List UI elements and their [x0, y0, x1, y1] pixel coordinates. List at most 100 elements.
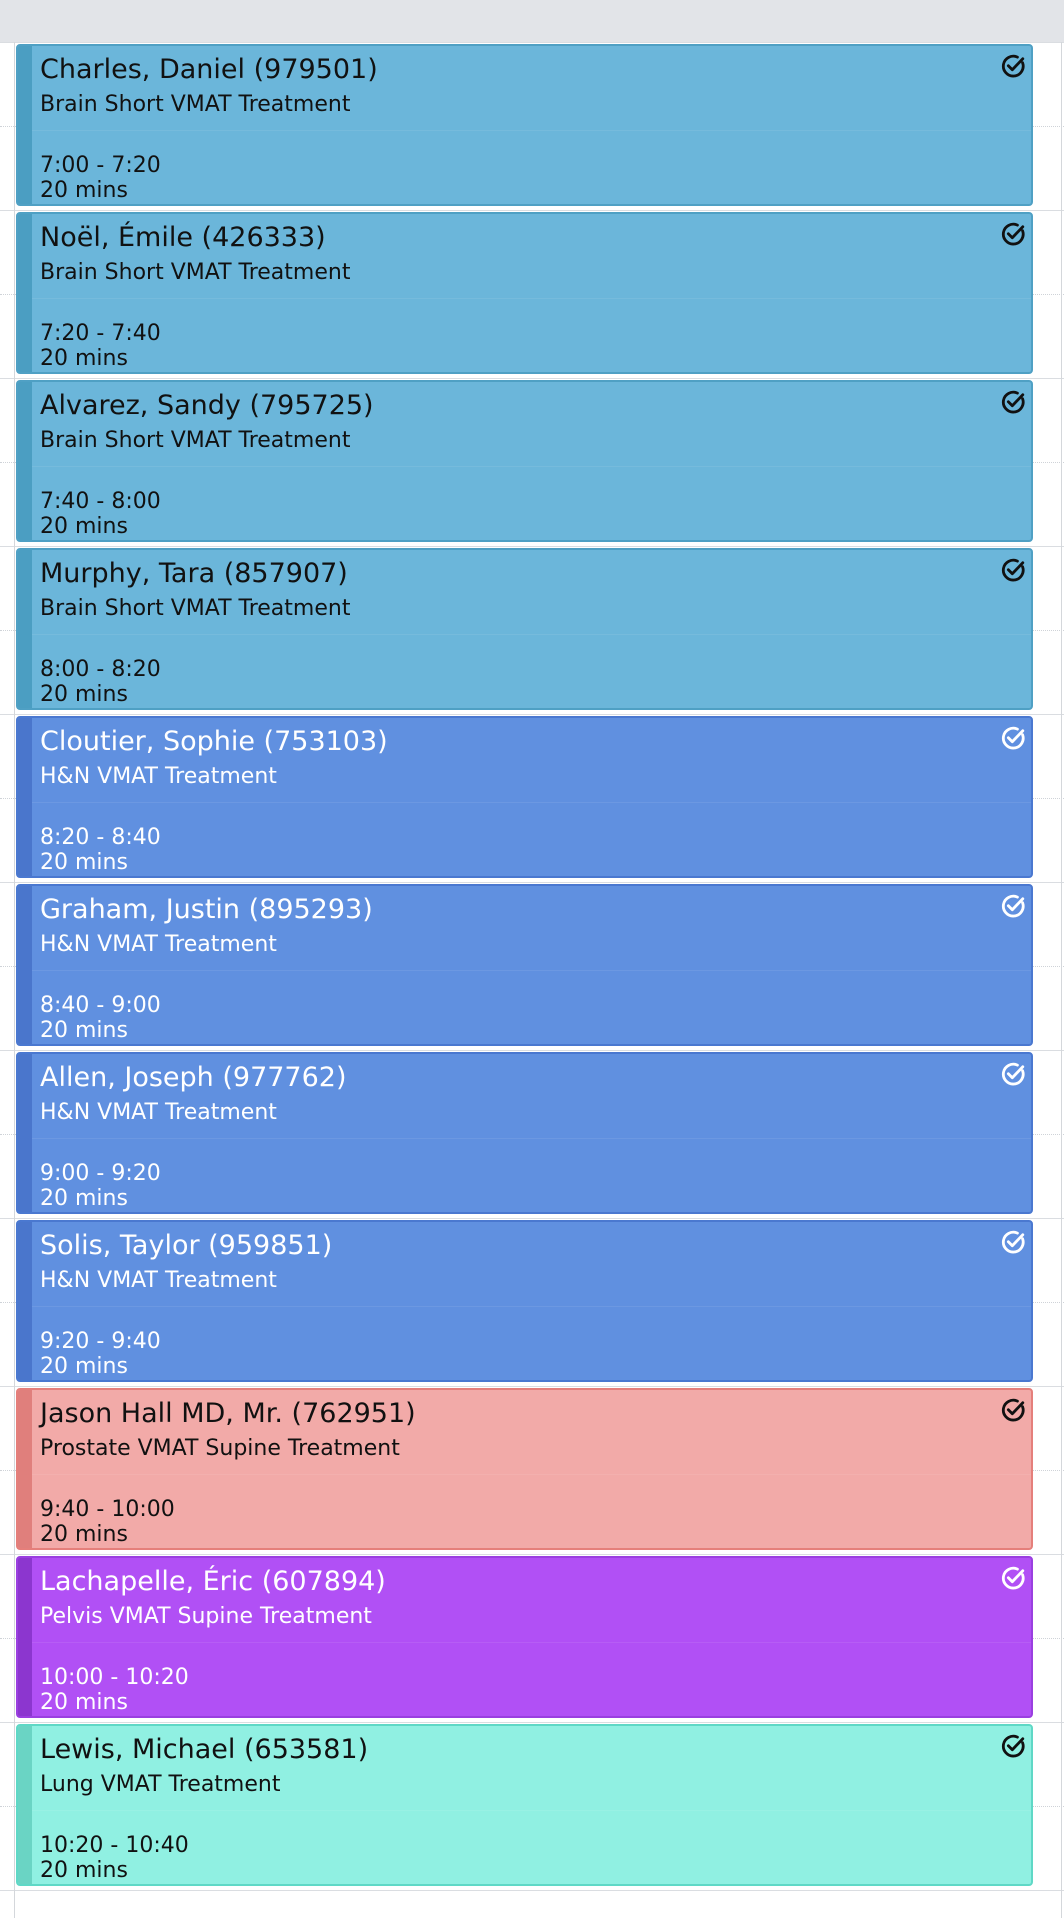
procedure-label: Brain Short VMAT Treatment [40, 260, 351, 285]
grid-line [0, 210, 1064, 211]
patient-name: Jason Hall MD, Mr. (762951) [40, 1398, 416, 1429]
divider [32, 466, 1031, 467]
divider [32, 802, 1031, 803]
procedure-label: Brain Short VMAT Treatment [40, 428, 351, 453]
duration-label: 20 mins [40, 682, 128, 707]
check-circle-icon[interactable] [999, 1060, 1027, 1088]
divider [32, 1642, 1031, 1643]
patient-name: Murphy, Tara (857907) [40, 558, 348, 589]
procedure-label: H&N VMAT Treatment [40, 1100, 277, 1125]
time-range: 9:40 - 10:00 [40, 1497, 175, 1522]
check-circle-icon[interactable] [999, 220, 1027, 248]
time-range: 8:20 - 8:40 [40, 825, 161, 850]
category-stripe [18, 718, 32, 876]
appointment-card[interactable]: Alvarez, Sandy (795725) Brain Short VMAT… [16, 380, 1033, 542]
duration-label: 20 mins [40, 178, 128, 203]
check-circle-icon[interactable] [999, 892, 1027, 920]
grid-line [0, 1890, 1064, 1891]
duration-label: 20 mins [40, 1354, 128, 1379]
category-stripe [18, 382, 32, 540]
patient-name: Lewis, Michael (653581) [40, 1734, 369, 1765]
duration-label: 20 mins [40, 1018, 128, 1043]
procedure-label: H&N VMAT Treatment [40, 764, 277, 789]
divider [32, 970, 1031, 971]
time-range: 7:40 - 8:00 [40, 489, 161, 514]
grid-line [0, 1050, 1064, 1051]
divider [32, 1474, 1031, 1475]
grid-line [0, 1722, 1064, 1723]
grid-line [0, 1218, 1064, 1219]
time-range: 10:00 - 10:20 [40, 1665, 189, 1690]
grid-left-border [14, 42, 15, 1918]
grid-line [0, 42, 1064, 43]
appointment-card[interactable]: Jason Hall MD, Mr. (762951) Prostate VMA… [16, 1388, 1033, 1550]
grid-line [0, 714, 1064, 715]
grid-line [0, 882, 1064, 883]
duration-label: 20 mins [40, 514, 128, 539]
duration-label: 20 mins [40, 1858, 128, 1883]
grid-line [0, 546, 1064, 547]
category-stripe [18, 1390, 32, 1548]
appointment-card[interactable]: Murphy, Tara (857907) Brain Short VMAT T… [16, 548, 1033, 710]
procedure-label: H&N VMAT Treatment [40, 932, 277, 957]
grid-right-border [1061, 42, 1062, 1918]
divider [32, 1306, 1031, 1307]
patient-name: Solis, Taylor (959851) [40, 1230, 333, 1261]
procedure-label: Brain Short VMAT Treatment [40, 92, 351, 117]
appointment-card[interactable]: Allen, Joseph (977762) H&N VMAT Treatmen… [16, 1052, 1033, 1214]
patient-name: Graham, Justin (895293) [40, 894, 373, 925]
grid-line [0, 1386, 1064, 1387]
duration-label: 20 mins [40, 1186, 128, 1211]
category-stripe [18, 886, 32, 1044]
divider [32, 130, 1031, 131]
appointment-card[interactable]: Charles, Daniel (979501) Brain Short VMA… [16, 44, 1033, 206]
category-stripe [18, 46, 32, 204]
check-circle-icon[interactable] [999, 1228, 1027, 1256]
patient-name: Noël, Émile (426333) [40, 222, 326, 253]
check-circle-icon[interactable] [999, 388, 1027, 416]
appointment-card[interactable]: Solis, Taylor (959851) H&N VMAT Treatmen… [16, 1220, 1033, 1382]
appointment-card[interactable]: Cloutier, Sophie (753103) H&N VMAT Treat… [16, 716, 1033, 878]
appointment-card[interactable]: Graham, Justin (895293) H&N VMAT Treatme… [16, 884, 1033, 1046]
divider [32, 634, 1031, 635]
grid-line [0, 378, 1064, 379]
patient-name: Charles, Daniel (979501) [40, 54, 378, 85]
category-stripe [18, 1726, 32, 1884]
appointment-card[interactable]: Lachapelle, Éric (607894) Pelvis VMAT Su… [16, 1556, 1033, 1718]
procedure-label: Brain Short VMAT Treatment [40, 596, 351, 621]
category-stripe [18, 214, 32, 372]
time-range: 10:20 - 10:40 [40, 1833, 189, 1858]
time-range: 7:00 - 7:20 [40, 153, 161, 178]
time-range: 8:40 - 9:00 [40, 993, 161, 1018]
check-circle-icon[interactable] [999, 52, 1027, 80]
patient-name: Allen, Joseph (977762) [40, 1062, 347, 1093]
category-stripe [18, 550, 32, 708]
divider [32, 1810, 1031, 1811]
divider [32, 298, 1031, 299]
patient-name: Cloutier, Sophie (753103) [40, 726, 388, 757]
appointment-card[interactable]: Lewis, Michael (653581) Lung VMAT Treatm… [16, 1724, 1033, 1886]
procedure-label: Prostate VMAT Supine Treatment [40, 1436, 400, 1461]
check-circle-icon[interactable] [999, 1396, 1027, 1424]
procedure-label: Lung VMAT Treatment [40, 1772, 281, 1797]
time-range: 8:00 - 8:20 [40, 657, 161, 682]
duration-label: 20 mins [40, 1690, 128, 1715]
check-circle-icon[interactable] [999, 556, 1027, 584]
time-range: 7:20 - 7:40 [40, 321, 161, 346]
patient-name: Lachapelle, Éric (607894) [40, 1566, 386, 1597]
category-stripe [18, 1222, 32, 1380]
duration-label: 20 mins [40, 850, 128, 875]
patient-name: Alvarez, Sandy (795725) [40, 390, 374, 421]
category-stripe [18, 1054, 32, 1212]
category-stripe [18, 1558, 32, 1716]
divider [32, 1138, 1031, 1139]
procedure-label: Pelvis VMAT Supine Treatment [40, 1604, 372, 1629]
time-range: 9:20 - 9:40 [40, 1329, 161, 1354]
check-circle-icon[interactable] [999, 724, 1027, 752]
calendar-header-bar [0, 0, 1064, 43]
check-circle-icon[interactable] [999, 1564, 1027, 1592]
grid-line [0, 1554, 1064, 1555]
duration-label: 20 mins [40, 346, 128, 371]
check-circle-icon[interactable] [999, 1732, 1027, 1760]
appointment-card[interactable]: Noël, Émile (426333) Brain Short VMAT Tr… [16, 212, 1033, 374]
